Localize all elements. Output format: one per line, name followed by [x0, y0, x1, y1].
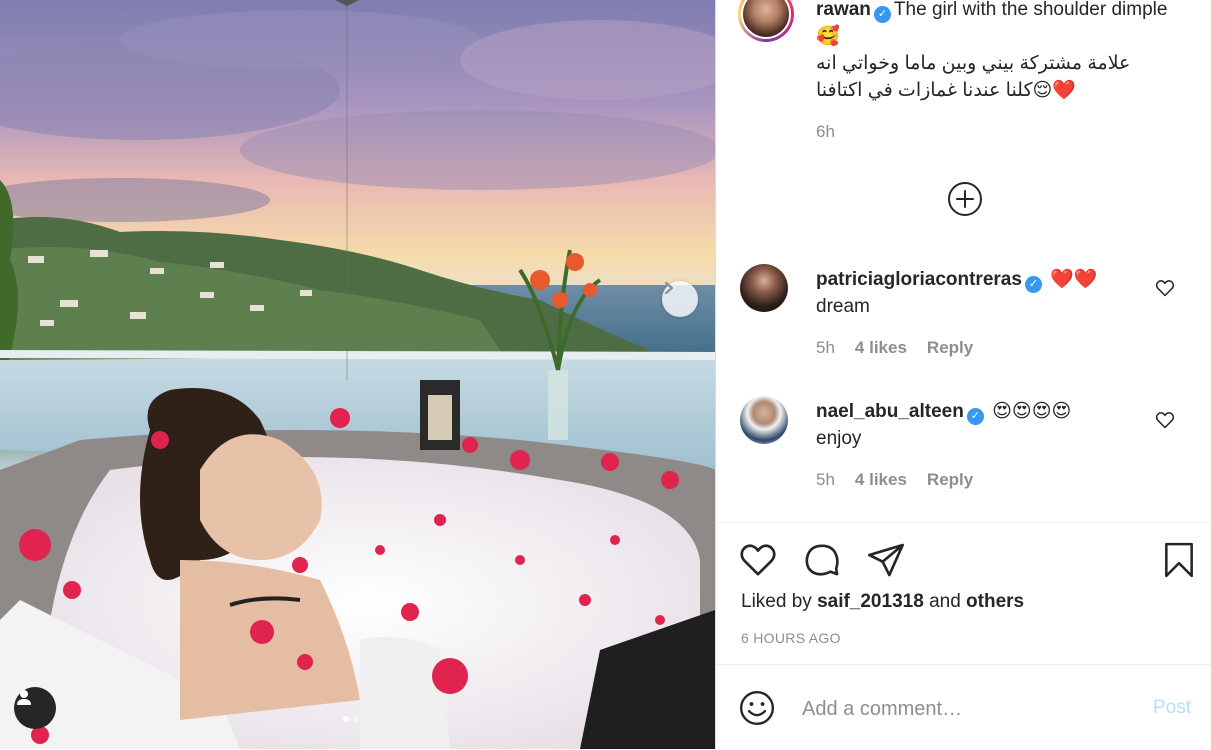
post-photo[interactable]	[0, 0, 715, 749]
comment-likes-link[interactable]: 4 likes	[855, 338, 907, 358]
comment-button[interactable]	[802, 540, 842, 585]
comment-meta: 5h 4 likes Reply	[816, 338, 973, 358]
author-username[interactable]: rawan	[816, 0, 871, 20]
verified-badge-icon: ✓	[873, 6, 891, 23]
author-avatar-image	[741, 0, 791, 39]
comment-emoji: ❤️❤️	[1050, 268, 1098, 290]
verified-badge-icon: ✓	[1024, 276, 1042, 293]
comment-icon	[805, 544, 839, 576]
liked-by-and: and	[929, 591, 961, 612]
commenter-username[interactable]: patriciagloriacontreras	[816, 269, 1022, 290]
carousel-indicator	[343, 716, 359, 722]
comment-text: enjoy	[816, 428, 862, 449]
comment-composer: Post	[716, 664, 1211, 750]
post-caption: rawan ✓ The girl with the shoulder dimple🥰…	[816, 0, 1176, 104]
save-button[interactable]	[1160, 540, 1198, 585]
post-details-panel: rawan ✓ The girl with the shoulder dimple🥰…	[715, 0, 1211, 749]
share-button[interactable]	[866, 540, 906, 585]
liked-by-others-link[interactable]: others	[966, 591, 1024, 612]
caption-arabic-line-1: علامة مشتركة بيني وبين ماما وخواتي انه	[816, 53, 1131, 74]
comment-input[interactable]	[800, 691, 1144, 727]
comment-text: dream	[816, 296, 870, 317]
user-tag-icon	[17, 690, 31, 705]
comment-like-button[interactable]	[1155, 278, 1175, 303]
actions-divider	[716, 522, 1211, 523]
smiley-icon	[739, 690, 775, 726]
liked-by-prefix: Liked by	[741, 591, 812, 612]
liked-by-summary: Liked by saif_201318 and others	[741, 591, 1024, 613]
commenter-username[interactable]: nael_abu_alteen	[816, 401, 964, 422]
paper-plane-icon	[868, 543, 904, 577]
heart-icon	[740, 544, 776, 576]
carousel-next-button[interactable]	[662, 281, 698, 317]
plus-circle-icon	[948, 182, 982, 216]
comment-body: nael_abu_alteen ✓ 😍😍😍😍 enjoy	[816, 398, 1146, 452]
post-date[interactable]: 6 HOURS AGO	[741, 630, 841, 646]
comment-like-button[interactable]	[1155, 410, 1175, 435]
caption-time: 6h	[816, 122, 835, 141]
comment-reply-button[interactable]: Reply	[927, 470, 973, 490]
commenter-avatar[interactable]	[740, 264, 788, 312]
carousel-dot	[353, 716, 359, 722]
verified-badge-icon: ✓	[966, 408, 984, 425]
post-comment-button[interactable]: Post	[1153, 697, 1191, 719]
heart-icon	[1155, 412, 1175, 429]
carousel-dot-active	[343, 716, 349, 722]
bookmark-icon	[1165, 542, 1193, 578]
comment-likes-link[interactable]: 4 likes	[855, 470, 907, 490]
load-more-comments-button[interactable]	[947, 181, 983, 217]
comment-meta: 5h 4 likes Reply	[816, 470, 973, 490]
comment-time: 5h	[816, 338, 835, 357]
heart-icon	[1155, 280, 1175, 297]
caption-arabic-line-2: ❤️😌كلنا عندنا غمازات في اكتافنا	[816, 80, 1076, 101]
chevron-right-icon	[664, 281, 674, 295]
commenter-avatar[interactable]	[740, 396, 788, 444]
liked-by-user-link[interactable]: saif_201318	[817, 591, 924, 612]
tagged-users-button[interactable]	[14, 687, 56, 729]
photo-scene	[0, 0, 715, 749]
comment-body: patriciagloriacontreras ✓ ❤️❤️ dream	[816, 266, 1146, 320]
like-button[interactable]	[738, 540, 778, 585]
author-avatar[interactable]	[738, 0, 794, 42]
emoji-picker-button[interactable]	[738, 689, 776, 732]
post-actions	[738, 540, 906, 585]
comment-reply-button[interactable]: Reply	[927, 338, 973, 358]
comment-emoji: 😍😍😍😍	[992, 400, 1072, 422]
comment-time: 5h	[816, 470, 835, 489]
